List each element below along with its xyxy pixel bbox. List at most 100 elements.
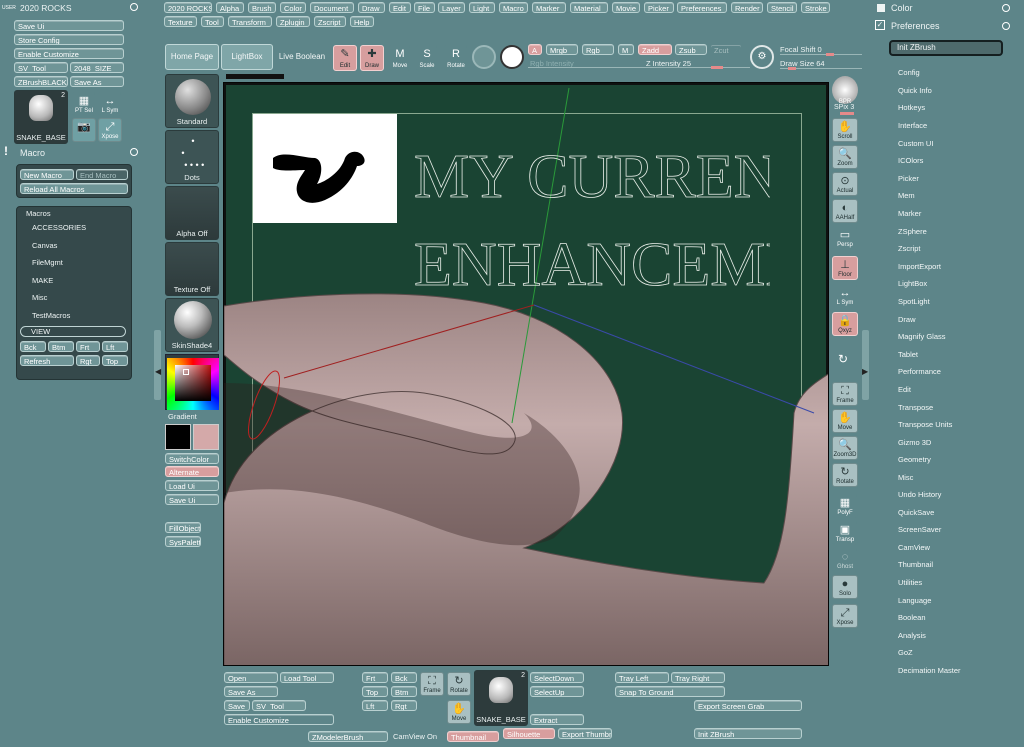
- lsym-right-icon[interactable]: ↔ L Sym: [832, 284, 858, 308]
- pref-custom-ui[interactable]: Custom UI: [898, 139, 933, 148]
- zoom3d-icon[interactable]: 🔍 Zoom3D: [832, 436, 858, 460]
- actual-icon[interactable]: ⊙ Actual: [832, 172, 858, 196]
- menu-document[interactable]: Document: [310, 2, 354, 13]
- pref-hotkeys[interactable]: Hotkeys: [898, 103, 925, 112]
- menu-material[interactable]: Material: [570, 2, 608, 13]
- menu-brush[interactable]: Brush: [248, 2, 276, 13]
- left-tray-handle[interactable]: [154, 330, 161, 400]
- lightbox-button[interactable]: LightBox: [221, 44, 273, 70]
- store-config-button[interactable]: Store Config: [14, 34, 124, 45]
- menu-layer[interactable]: Layer: [438, 2, 465, 13]
- export-screen-grab-button[interactable]: Export Screen Grab: [694, 700, 802, 711]
- bottom-tool-thumbnail[interactable]: 2 SNAKE_BASE: [474, 670, 528, 726]
- rotation-icon[interactable]: ↻: [838, 352, 848, 366]
- bottom-lft-button[interactable]: Lft: [362, 700, 388, 711]
- menu-draw[interactable]: Draw: [358, 2, 385, 13]
- rotate-icon[interactable]: R Rotate: [444, 45, 468, 71]
- menu-2020rocks[interactable]: 2020 ROCKS: [164, 2, 212, 13]
- tray-left-button[interactable]: Tray Left: [615, 672, 669, 683]
- color-picker[interactable]: [165, 354, 219, 410]
- save-as-bottom-button[interactable]: Save As: [224, 686, 278, 697]
- nav-rgt-button[interactable]: Rgt: [76, 355, 100, 366]
- polyf-icon[interactable]: ▦ PolyF: [832, 494, 858, 518]
- zcut-toggle[interactable]: Zcut: [710, 44, 742, 55]
- tray-right-button[interactable]: Tray Right: [671, 672, 725, 683]
- thumbnail-button[interactable]: Thumbnail: [447, 731, 499, 742]
- focal-marker[interactable]: [826, 53, 834, 56]
- qxyz-icon[interactable]: 🔒 Qxyz: [832, 312, 858, 336]
- bottom-rgt-button[interactable]: Rgt: [391, 700, 417, 711]
- macro-view[interactable]: VIEW: [20, 326, 126, 337]
- pref-quicksave[interactable]: QuickSave: [898, 508, 934, 517]
- pref-quick-info[interactable]: Quick Info: [898, 86, 932, 95]
- menu-movie[interactable]: Movie: [612, 2, 640, 13]
- sys-palette-button[interactable]: SysPalette: [165, 536, 201, 547]
- material-tile[interactable]: SkinShade4: [165, 298, 219, 352]
- transp-icon[interactable]: ▣ Transp: [832, 521, 858, 545]
- open-button[interactable]: Open: [224, 672, 278, 683]
- extract-button[interactable]: Extract: [530, 714, 584, 725]
- switch-color-button[interactable]: SwitchColor: [165, 453, 219, 464]
- pref-decimation-master[interactable]: Decimation Master: [898, 666, 961, 675]
- pref-thumbnail[interactable]: Thumbnail: [898, 560, 933, 569]
- silhouette-button[interactable]: Silhouette: [503, 728, 555, 739]
- secondary-color-swatch[interactable]: [193, 424, 219, 450]
- brush-tile[interactable]: Standard: [165, 74, 219, 128]
- menu-stroke[interactable]: Stroke: [801, 2, 830, 13]
- pref-geometry[interactable]: Geometry: [898, 455, 931, 464]
- nav-refresh-button[interactable]: Refresh: [20, 355, 74, 366]
- macro-misc[interactable]: Misc: [32, 293, 47, 302]
- draw-size-slider[interactable]: Draw Size 64: [780, 59, 825, 68]
- tool-thumbnail[interactable]: 2 SNAKE_BASE: [14, 90, 68, 144]
- pref-importexport[interactable]: ImportExport: [898, 262, 941, 271]
- pref-edit[interactable]: Edit: [898, 385, 911, 394]
- edit-icon[interactable]: ✎ Edit: [333, 45, 357, 71]
- save-bottom-button[interactable]: Save: [224, 700, 250, 711]
- settings-icon[interactable]: [130, 3, 138, 11]
- prefs-checkbox-icon[interactable]: ✓: [875, 20, 885, 30]
- floor-icon[interactable]: ⊥ Floor: [832, 256, 858, 280]
- pref-picker[interactable]: Picker: [898, 174, 919, 183]
- menu-edit[interactable]: Edit: [389, 2, 411, 13]
- pref-draw[interactable]: Draw: [898, 315, 916, 324]
- menu-transform[interactable]: Transform: [228, 16, 272, 27]
- mrgb-toggle[interactable]: Mrgb: [546, 44, 578, 55]
- focal-shift-slider[interactable]: Focal Shift 0: [780, 45, 822, 54]
- bottom-top-button[interactable]: Top: [362, 686, 388, 697]
- bottom-frt-button[interactable]: Frt: [362, 672, 388, 683]
- persp-icon[interactable]: ▭ Persp: [832, 226, 858, 250]
- menu-tool[interactable]: Tool: [201, 16, 224, 27]
- macro-make[interactable]: MAKE: [32, 276, 53, 285]
- aahalf-icon[interactable]: ◐ AAHalf: [832, 199, 858, 223]
- z-intensity-marker[interactable]: [711, 66, 723, 69]
- save-ui-button[interactable]: Save Ui: [14, 20, 124, 31]
- pref-marker[interactable]: Marker: [898, 209, 921, 218]
- menu-macro[interactable]: Macro: [499, 2, 528, 13]
- camera-icon[interactable]: 📷: [72, 118, 96, 142]
- pref-interface[interactable]: Interface: [898, 121, 927, 130]
- pref-spotlight[interactable]: SpotLight: [898, 297, 930, 306]
- nav-top-button[interactable]: Top: [102, 355, 128, 366]
- menu-preferences[interactable]: Preferences: [677, 2, 727, 13]
- pref-misc[interactable]: Misc: [898, 473, 913, 482]
- gizmo-icon[interactable]: [500, 45, 524, 69]
- zsub-toggle[interactable]: Zsub: [675, 44, 707, 55]
- frame-icon[interactable]: ⛶ Frame: [832, 382, 858, 406]
- frame-bottom-icon[interactable]: ⛶ Frame: [420, 672, 444, 696]
- preferences-title[interactable]: Preferences: [891, 21, 940, 31]
- zoom-icon[interactable]: 🔍 Zoom: [832, 145, 858, 169]
- menu-marker[interactable]: Marker: [532, 2, 566, 13]
- scroll-icon[interactable]: ✋ Scroll: [832, 118, 858, 142]
- pref-lightbox[interactable]: LightBox: [898, 279, 927, 288]
- snap-to-ground-button[interactable]: Snap To Ground: [615, 686, 725, 697]
- ghost-icon[interactable]: ◌ Ghost: [832, 548, 858, 572]
- draw-icon[interactable]: ✚ Draw: [360, 45, 384, 71]
- pref-camview[interactable]: CamView: [898, 543, 930, 552]
- texture-tile[interactable]: Texture Off: [165, 242, 219, 296]
- nav-lft-button[interactable]: Lft: [102, 341, 128, 352]
- init-zbrush-button[interactable]: Init ZBrush: [889, 40, 1003, 56]
- menu-render[interactable]: Render: [731, 2, 763, 13]
- bottom-btm-button[interactable]: Btm: [391, 686, 417, 697]
- document-canvas[interactable]: MY CURRENT UI ENHANCEMENTS: [223, 82, 829, 666]
- fill-object-button[interactable]: FillObject: [165, 522, 201, 533]
